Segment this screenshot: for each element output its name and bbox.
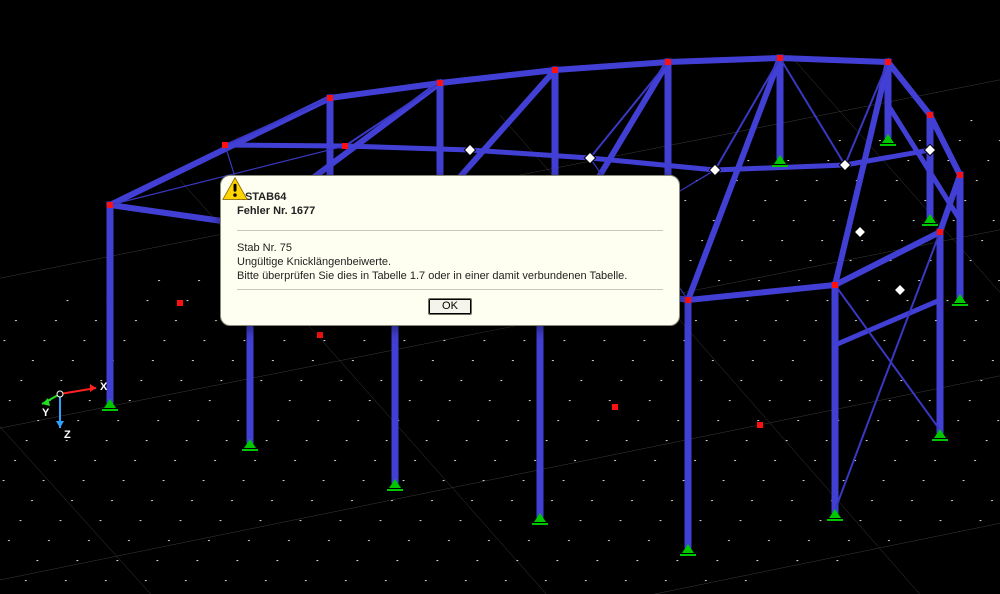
dialog-body-line3: Bitte überprüfen Sie dies in Tabelle 1.7… — [237, 269, 663, 283]
dialog-body-line2: Ungültige Knicklängenbeiwerte. — [237, 255, 663, 269]
dialog-body-line1: Stab Nr. 75 — [237, 241, 663, 255]
axis-y-label: Y — [42, 407, 50, 419]
dialog-title-line2: Fehler Nr. 1677 — [237, 204, 663, 218]
error-dialog: RSTAB64 Fehler Nr. 1677 Stab Nr. 75 Ungü… — [220, 175, 680, 326]
axis-z-label: Z — [64, 429, 71, 441]
axis-x-label: X — [100, 381, 108, 393]
dialog-title-line1: RSTAB64 — [237, 190, 663, 204]
warning-icon — [221, 176, 249, 202]
dialog-body: Stab Nr. 75 Ungültige Knicklängenbeiwert… — [237, 231, 663, 290]
3d-viewport[interactable]: X Y Z RSTAB64 Fehler Nr. 1677 — [0, 0, 1000, 594]
axis-gizmo: X Y Z — [40, 364, 120, 444]
ok-button[interactable]: OK — [428, 298, 472, 315]
